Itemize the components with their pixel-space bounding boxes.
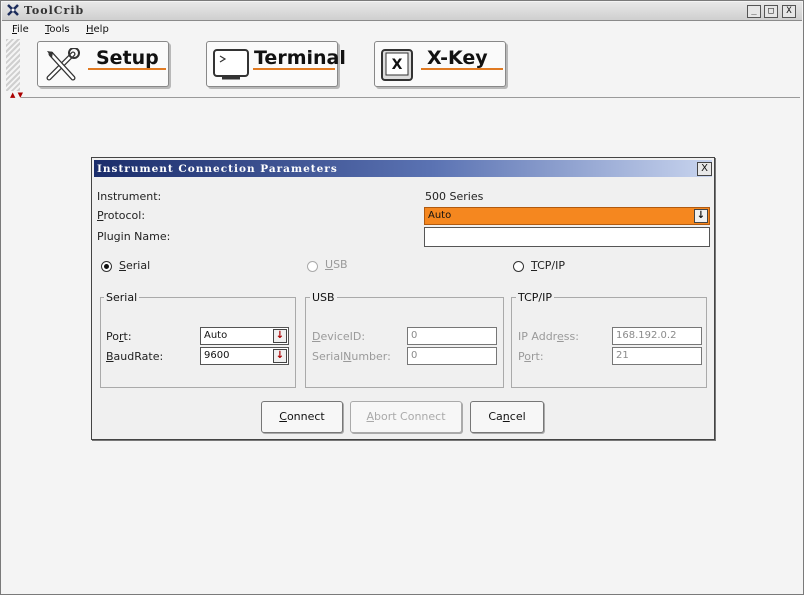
serial-group-title: Serial bbox=[104, 291, 140, 304]
serial-port-dropdown[interactable]: Auto ↓ bbox=[200, 327, 289, 345]
instrument-label: Instrument: bbox=[97, 190, 162, 203]
maximize-button[interactable]: □ bbox=[764, 5, 778, 18]
menu-tools[interactable]: Tools bbox=[45, 23, 70, 37]
radio-selected-dot bbox=[104, 264, 109, 269]
protocol-value: Auto bbox=[428, 210, 452, 221]
chevron-down-icon[interactable]: ↓ bbox=[694, 209, 708, 223]
cancel-button[interactable]: Cancel bbox=[470, 401, 544, 433]
serial-number-label: SerialNumber: bbox=[312, 350, 391, 363]
connect-button[interactable]: Connect bbox=[261, 401, 343, 433]
chevron-down-icon[interactable]: ↓ bbox=[273, 329, 287, 343]
protocol-label: Protocol: bbox=[97, 209, 146, 222]
toolbar-divider bbox=[21, 97, 800, 98]
window-title: ToolCrib bbox=[24, 4, 85, 17]
main-window: ToolCrib _ □ X File Tools Help ▲ ▼ Setup bbox=[0, 0, 804, 595]
serial-radio[interactable] bbox=[101, 261, 112, 272]
device-id-label: DeviceID: bbox=[312, 330, 366, 343]
terminal-underline bbox=[253, 68, 335, 70]
setup-label: Setup bbox=[96, 47, 159, 69]
tcpip-radio[interactable] bbox=[513, 261, 524, 272]
tcpip-radio-label[interactable]: TCP/IP bbox=[531, 259, 565, 273]
connection-dialog: Instrument Connection Parameters X Instr… bbox=[91, 157, 715, 440]
dialog-title-bar[interactable]: Instrument Connection Parameters X bbox=[94, 160, 712, 177]
chevron-down-icon[interactable]: ↓ bbox=[273, 349, 287, 363]
baudrate-value: 9600 bbox=[204, 350, 230, 361]
dialog-close-button[interactable]: X bbox=[697, 162, 712, 176]
toolbar-grip[interactable] bbox=[6, 39, 20, 91]
setup-underline bbox=[88, 68, 166, 70]
x-key-underline bbox=[421, 68, 503, 70]
svg-text:X: X bbox=[392, 57, 403, 73]
serial-number-input[interactable]: 0 bbox=[407, 347, 497, 365]
plugin-name-input[interactable] bbox=[424, 227, 710, 247]
baudrate-label: BaudRate: bbox=[106, 350, 164, 363]
dialog-title: Instrument Connection Parameters bbox=[97, 163, 338, 175]
close-button[interactable]: X bbox=[782, 5, 796, 18]
serial-port-value: Auto bbox=[204, 330, 228, 341]
usb-group-title: USB bbox=[310, 291, 337, 304]
plugin-name-label: Plugin Name: bbox=[97, 230, 171, 243]
terminal-label: Terminal bbox=[254, 47, 346, 69]
x-key-label: X-Key bbox=[427, 47, 488, 69]
toolcrib-app-icon[interactable] bbox=[6, 3, 20, 17]
minimize-button[interactable]: _ bbox=[747, 5, 761, 18]
tcpip-group-title: TCP/IP bbox=[516, 291, 554, 304]
tcp-port-input[interactable]: 21 bbox=[612, 347, 702, 365]
terminal-monitor-icon bbox=[212, 48, 250, 82]
usb-radio-label[interactable]: USB bbox=[325, 258, 348, 272]
terminal-button[interactable]: Terminal bbox=[206, 41, 346, 87]
ip-address-input[interactable]: 168.192.0.2 bbox=[612, 327, 702, 345]
menu-bar: File Tools Help bbox=[2, 21, 802, 38]
x-key-icon: X bbox=[380, 48, 418, 82]
instrument-value: 500 Series bbox=[425, 190, 484, 203]
device-id-input[interactable]: 0 bbox=[407, 327, 497, 345]
x-key-button[interactable]: X X-Key bbox=[374, 41, 506, 87]
tcp-port-label: Port: bbox=[518, 350, 544, 363]
setup-button[interactable]: Setup bbox=[37, 41, 169, 87]
title-bar[interactable]: ToolCrib _ □ X bbox=[2, 2, 802, 21]
serial-port-label: Port: bbox=[106, 330, 132, 343]
ip-address-label: IP Address: bbox=[518, 330, 579, 343]
abort-connect-button[interactable]: Abort Connect bbox=[350, 401, 462, 433]
menu-file[interactable]: File bbox=[12, 23, 29, 37]
wrench-screwdriver-icon bbox=[43, 47, 81, 82]
baudrate-dropdown[interactable]: 9600 ↓ bbox=[200, 347, 289, 365]
protocol-dropdown[interactable]: Auto ↓ bbox=[424, 207, 710, 225]
menu-help[interactable]: Help bbox=[86, 23, 109, 37]
usb-radio[interactable] bbox=[307, 261, 318, 272]
serial-radio-label[interactable]: Serial bbox=[119, 259, 150, 273]
